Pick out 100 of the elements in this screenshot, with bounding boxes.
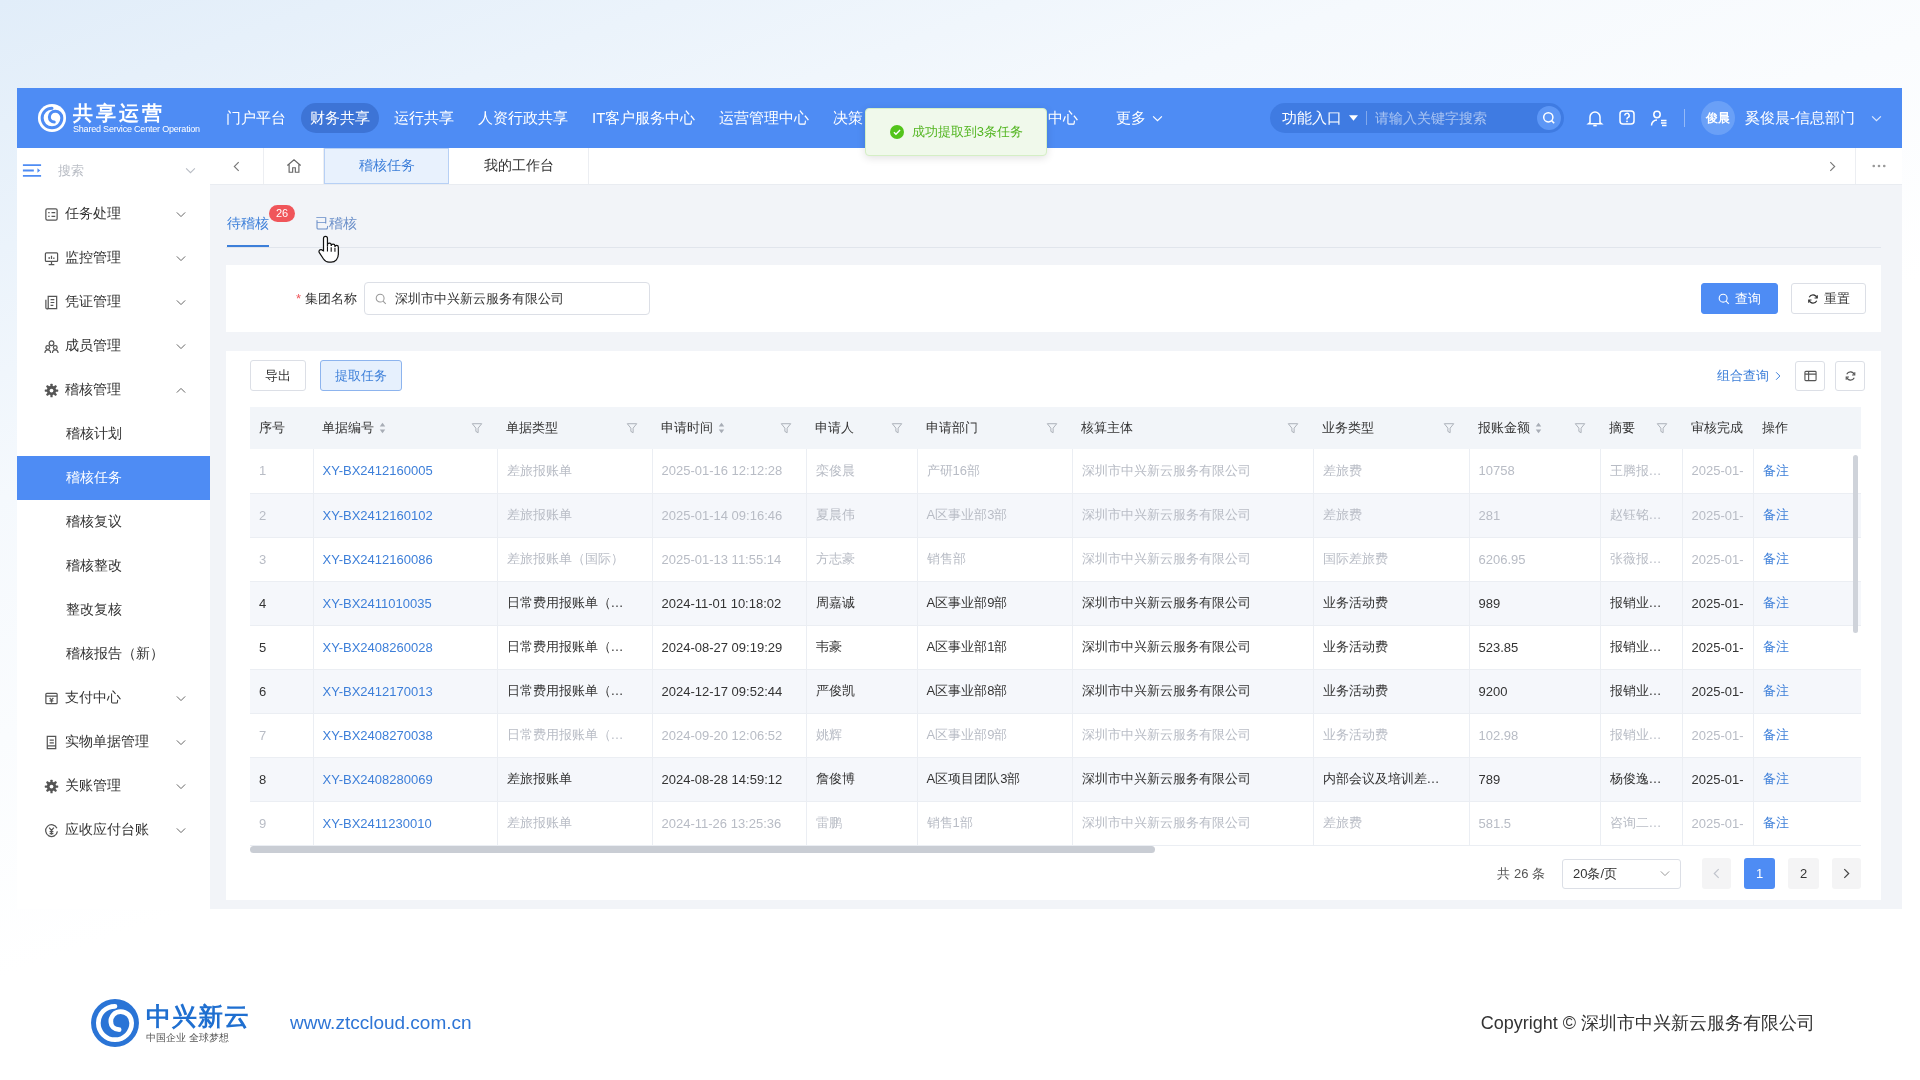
user-name[interactable]: 奚俊晨-信息部门: [1745, 108, 1855, 128]
bell-icon[interactable]: [1586, 109, 1604, 127]
sidebar-menu-item[interactable]: 支付中心: [17, 676, 210, 720]
sidebar-submenu-item[interactable]: 稽核报告（新）: [17, 632, 210, 676]
chevron-up-icon[interactable]: [176, 386, 186, 394]
query-button[interactable]: 查询: [1701, 283, 1778, 314]
column-header[interactable]: 申请部门: [917, 407, 1072, 449]
column-settings-button[interactable]: [1795, 360, 1825, 391]
status-tab[interactable]: 已稽核: [315, 215, 357, 247]
sidebar-menu-item[interactable]: 稽核管理: [17, 368, 210, 412]
header-search-bar[interactable]: 功能入口 请输入关键字搜索: [1270, 103, 1564, 133]
column-header[interactable]: 单据编号: [313, 407, 497, 449]
sidebar-menu-item[interactable]: 关账管理: [17, 764, 210, 808]
nav-tab[interactable]: 门户平台: [217, 103, 295, 133]
page-tab[interactable]: 稽核任务: [324, 148, 449, 184]
check-circle-icon: [889, 125, 904, 139]
column-header[interactable]: 摘要: [1600, 407, 1682, 449]
sidebar-submenu-item[interactable]: 整改复核: [17, 588, 210, 632]
search-icon[interactable]: [1537, 106, 1561, 130]
filter-icon[interactable]: [471, 422, 483, 434]
column-header[interactable]: 序号: [250, 407, 313, 449]
page-tab[interactable]: 我的工作台: [449, 148, 589, 184]
chevron-down-icon: [1660, 870, 1670, 877]
extract-tasks-button[interactable]: 提取任务: [320, 360, 402, 391]
sidebar-submenu-item[interactable]: 稽核计划: [17, 412, 210, 456]
filter-icon[interactable]: [1046, 422, 1058, 434]
nav-tab[interactable]: 财务共享: [301, 103, 379, 133]
user-avatar[interactable]: 俊晨: [1701, 101, 1735, 135]
record-number-link[interactable]: XY-BX2411010035: [322, 595, 432, 611]
remark-link[interactable]: 备注: [1762, 639, 1789, 654]
record-number-link[interactable]: XY-BX2408260028: [322, 639, 433, 655]
remark-link[interactable]: 备注: [1762, 771, 1789, 786]
record-number-link[interactable]: XY-BX2408280069: [322, 771, 433, 787]
filter-icon[interactable]: [1656, 422, 1668, 434]
nav-tab[interactable]: IT客户服务中心: [583, 103, 705, 133]
page-button[interactable]: 2: [1788, 858, 1819, 889]
table-cell: 杨俊逸…: [1600, 757, 1682, 801]
chevron-left-icon[interactable]: [233, 160, 240, 172]
horizontal-scrollbar-thumb[interactable]: [250, 845, 1155, 853]
sidebar-menu-item[interactable]: 任务处理: [17, 192, 210, 236]
sort-icon[interactable]: [1535, 422, 1542, 434]
home-icon[interactable]: [285, 158, 302, 174]
filter-icon[interactable]: [1287, 422, 1299, 434]
refresh-button[interactable]: [1835, 360, 1865, 391]
nav-tab[interactable]: 运营管理中心: [710, 103, 819, 133]
sort-icon[interactable]: [718, 422, 725, 434]
filter-icon[interactable]: [780, 422, 792, 434]
column-header[interactable]: 业务类型: [1313, 407, 1469, 449]
chevron-down-icon[interactable]: [176, 298, 186, 306]
nav-tab[interactable]: 人资行政共享: [469, 103, 577, 133]
page-size-select[interactable]: 20条/页: [1562, 858, 1681, 889]
group-name-field[interactable]: 深圳市中兴新云服务有限公司: [364, 282, 650, 315]
remark-link[interactable]: 备注: [1762, 595, 1789, 610]
menu-icon[interactable]: [22, 162, 42, 178]
reset-button[interactable]: 重置: [1791, 283, 1866, 314]
function-entry-dropdown[interactable]: 功能入口: [1282, 108, 1358, 128]
export-button[interactable]: 导出: [250, 360, 306, 391]
filter-icon[interactable]: [1443, 422, 1455, 434]
chevron-down-icon[interactable]: [176, 694, 186, 702]
chevron-down-icon[interactable]: [176, 738, 186, 746]
column-header[interactable]: 审核完成: [1682, 407, 1753, 449]
chevron-down-icon[interactable]: [176, 826, 186, 834]
filter-icon[interactable]: [891, 422, 903, 434]
chevron-down-icon[interactable]: [176, 254, 186, 262]
column-header[interactable]: 单据类型: [497, 407, 652, 449]
remark-link[interactable]: 备注: [1762, 683, 1789, 698]
table-cell: 深圳市中兴新云服务有限公司: [1072, 757, 1313, 801]
filter-icon[interactable]: [626, 422, 638, 434]
chevron-down-icon[interactable]: [176, 782, 186, 790]
chevron-right-icon[interactable]: [1828, 160, 1836, 172]
sidebar-submenu-item[interactable]: 稽核复议: [17, 500, 210, 544]
next-page-button[interactable]: [1832, 858, 1861, 889]
column-header[interactable]: 申请人: [806, 407, 917, 449]
sidebar-menu-item[interactable]: 凭证管理: [17, 280, 210, 324]
more-icon[interactable]: [1872, 164, 1886, 168]
vertical-scrollbar-thumb[interactable]: [1853, 455, 1858, 633]
column-header[interactable]: 报账金额: [1469, 407, 1600, 449]
sidebar-menu-item[interactable]: 应收应付台账: [17, 808, 210, 852]
record-number-link[interactable]: XY-BX2412170013: [322, 683, 433, 699]
sidebar-menu-item[interactable]: 实物单据管理: [17, 720, 210, 764]
chevron-down-icon[interactable]: [176, 210, 186, 218]
filter-icon[interactable]: [1574, 422, 1586, 434]
column-header[interactable]: 申请时间: [652, 407, 806, 449]
sidebar-submenu-item[interactable]: 稽核任务: [17, 456, 210, 500]
sidebar-menu-item[interactable]: 成员管理: [17, 324, 210, 368]
column-header[interactable]: 操作: [1753, 407, 1861, 449]
more-menu[interactable]: 更多: [1107, 103, 1173, 133]
sidebar-search-field[interactable]: 搜索: [58, 162, 158, 178]
chevron-down-icon[interactable]: [185, 166, 196, 174]
advanced-query-link[interactable]: 组合查询: [1717, 366, 1781, 385]
status-tab[interactable]: 待稽核: [227, 215, 269, 247]
page-button[interactable]: 1: [1744, 858, 1775, 889]
sidebar-menu-item[interactable]: 监控管理: [17, 236, 210, 280]
column-header[interactable]: 核算主体: [1072, 407, 1313, 449]
sidebar-submenu-item[interactable]: 稽核整改: [17, 544, 210, 588]
user-list-icon[interactable]: [1650, 109, 1668, 127]
nav-tab[interactable]: 运行共享: [385, 103, 463, 133]
sort-icon[interactable]: [379, 422, 386, 434]
help-icon[interactable]: [1618, 109, 1636, 127]
chevron-down-icon[interactable]: [176, 342, 186, 350]
